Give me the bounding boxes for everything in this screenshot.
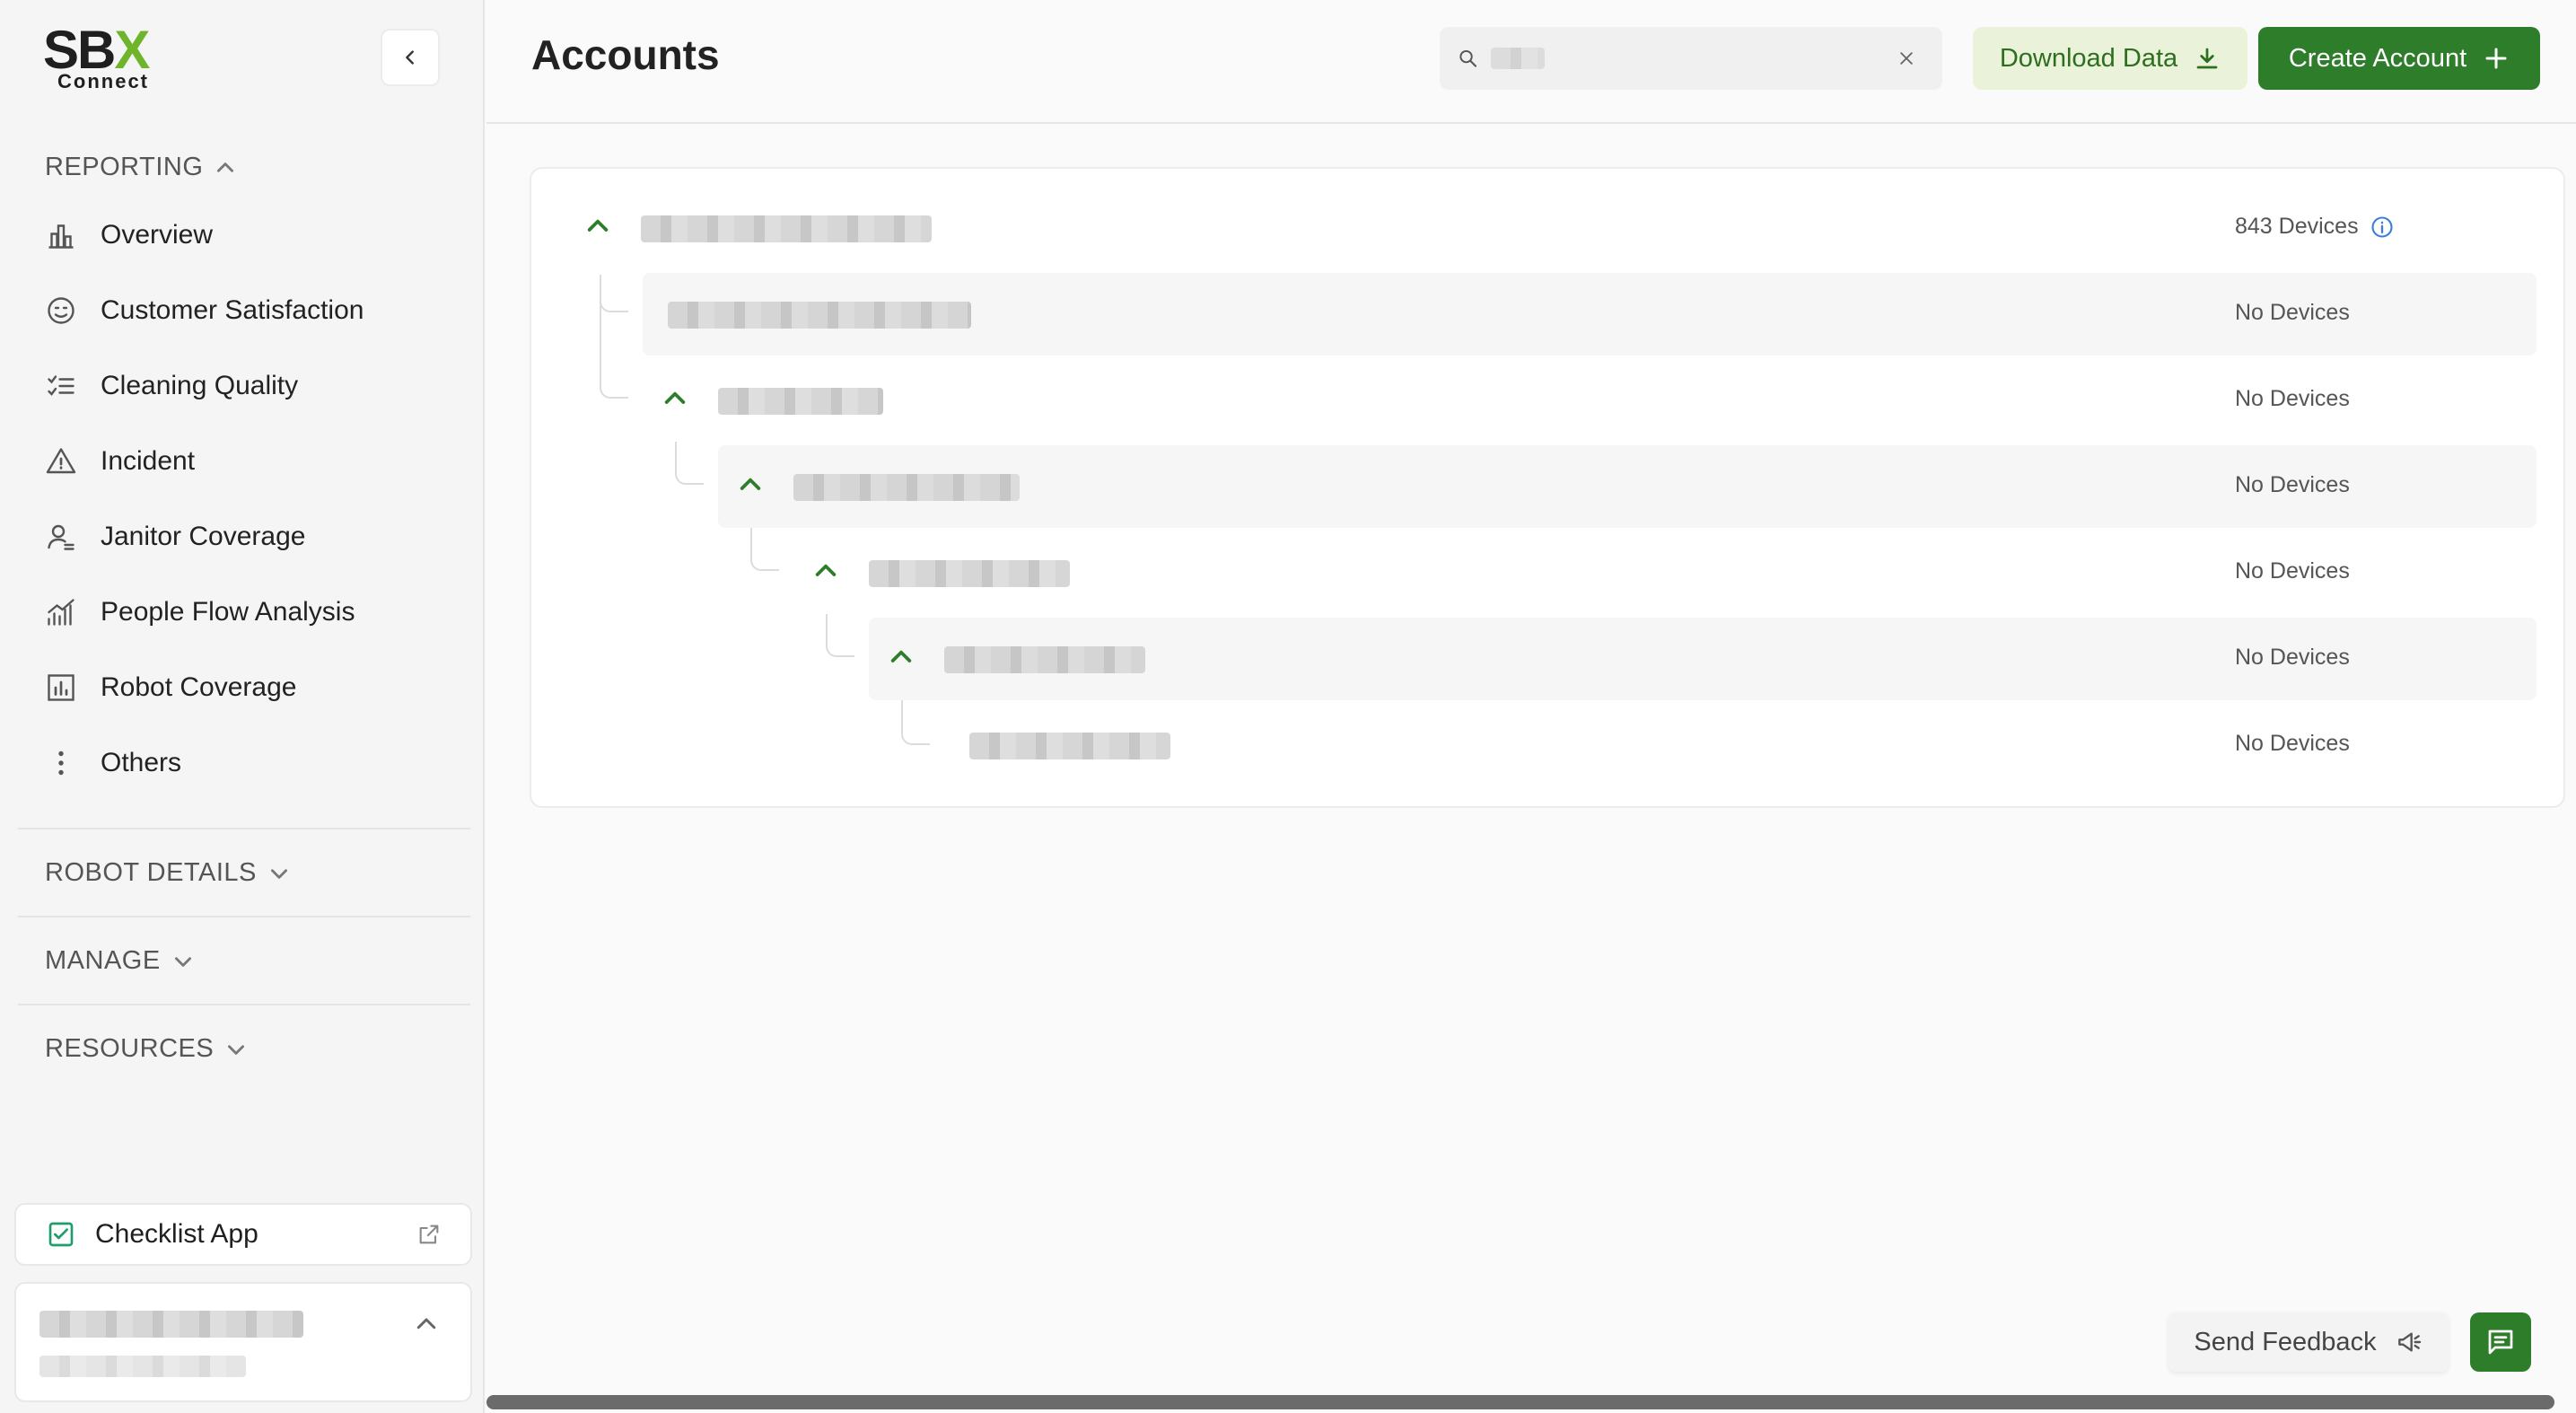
tree-connector	[750, 528, 779, 571]
person-icon	[48, 524, 74, 550]
device-count: No Devices	[2235, 300, 2350, 325]
send-feedback-button[interactable]: Send Feedback	[2169, 1312, 2449, 1372]
info-icon[interactable]	[2370, 215, 2395, 240]
chevron-up-icon[interactable]	[736, 470, 765, 499]
user-email-redacted	[39, 1356, 246, 1377]
account-name-redacted	[668, 302, 971, 329]
tree-row[interactable]: No Devices	[643, 273, 2537, 355]
checklist-app-label: Checklist App	[95, 1219, 258, 1249]
sidebar-item-label: People Flow Analysis	[101, 597, 355, 627]
sidebar-item-others[interactable]: Others	[45, 736, 440, 790]
chat-button[interactable]	[2470, 1312, 2531, 1372]
sidebar-item-label: Incident	[101, 446, 196, 476]
user-account-card[interactable]	[14, 1282, 472, 1402]
sidebar-item-label: Others	[101, 748, 182, 777]
sidebar-item-label: Overview	[101, 220, 214, 250]
checklist-app-link[interactable]: Checklist App	[14, 1203, 472, 1266]
tree-connector	[600, 275, 628, 399]
collapse-sidebar-button[interactable]	[381, 29, 440, 86]
sidebar-item-label: Robot Coverage	[101, 672, 297, 702]
section-resources[interactable]: RESOURCES	[45, 1034, 248, 1064]
chevron-down-icon	[174, 956, 191, 967]
page-title: Accounts	[531, 31, 720, 78]
sidebar-divider	[18, 828, 470, 829]
sidebar-item-cleaning-quality[interactable]: Cleaning Quality	[45, 359, 440, 413]
search-box[interactable]	[1440, 27, 1942, 90]
download-data-button[interactable]: Download Data	[1973, 27, 2247, 90]
tree-row[interactable]: No Devices	[869, 618, 2537, 700]
tree-row[interactable]: No Devices	[643, 359, 2537, 442]
sidebar-item-overview[interactable]: Overview	[45, 208, 440, 262]
dots-vertical-icon	[58, 750, 64, 776]
device-count: No Devices	[2235, 645, 2350, 670]
chevron-up-icon[interactable]	[583, 212, 612, 241]
section-manage[interactable]: MANAGE	[45, 946, 195, 976]
chevron-up-icon	[217, 162, 234, 172]
checkbox-checked-icon	[48, 1222, 74, 1247]
logo-subtitle: Connect	[57, 70, 149, 92]
chevron-up-icon[interactable]	[811, 557, 840, 585]
chevron-down-icon	[270, 868, 287, 879]
chevron-up-icon[interactable]	[413, 1311, 440, 1338]
sidebar-item-incident[interactable]: Incident	[45, 434, 440, 488]
external-link-icon	[419, 1224, 439, 1244]
plus-icon	[2485, 48, 2507, 69]
sidebar-divider	[18, 1004, 470, 1005]
device-count: No Devices	[2235, 472, 2350, 497]
chevron-up-icon[interactable]	[661, 384, 689, 413]
sidebar: SBX Connect REPORTING Overview Customer …	[0, 0, 485, 1413]
tree-connector	[675, 442, 704, 485]
chat-icon	[2488, 1330, 2513, 1355]
device-count: No Devices	[2235, 558, 2350, 584]
tree-row[interactable]: No Devices	[793, 531, 2537, 614]
sidebar-item-label: Janitor Coverage	[101, 522, 306, 551]
section-reporting[interactable]: REPORTING	[45, 153, 237, 182]
device-count: No Devices	[2235, 731, 2350, 756]
search-icon	[1459, 49, 1477, 67]
smiley-icon	[48, 297, 74, 324]
sidebar-item-label: Cleaning Quality	[101, 371, 299, 400]
tree-connector	[901, 700, 930, 745]
page-header: Accounts Download Data Create Account	[486, 0, 2576, 124]
logo-wordmark: SBX	[43, 20, 150, 80]
bar-chart-icon	[48, 224, 74, 249]
account-name-redacted	[869, 560, 1070, 587]
account-name-redacted	[944, 646, 1145, 673]
sidebar-item-label: Customer Satisfaction	[101, 295, 364, 325]
account-name-redacted	[718, 388, 883, 415]
tree-row[interactable]: No Devices	[944, 704, 2537, 786]
sidebar-item-people-flow-analysis[interactable]: People Flow Analysis	[45, 585, 440, 639]
sbx-connect-logo[interactable]: SBX Connect	[43, 23, 169, 95]
download-icon	[2196, 48, 2218, 69]
grid-chart-icon	[48, 674, 74, 701]
chevron-up-icon[interactable]	[887, 643, 916, 671]
tree-row[interactable]: No Devices	[718, 445, 2537, 528]
sidebar-item-janitor-coverage[interactable]: Janitor Coverage	[45, 510, 440, 564]
tree-connector	[826, 614, 854, 657]
account-name-redacted	[793, 474, 1020, 501]
sidebar-item-customer-satisfaction[interactable]: Customer Satisfaction	[45, 284, 440, 338]
checklist-icon	[48, 375, 74, 396]
tree-row[interactable]: 843 Devices	[531, 187, 2563, 269]
megaphone-icon	[2397, 1332, 2421, 1352]
horizontal-scrollbar[interactable]	[486, 1395, 2554, 1409]
section-robot-details[interactable]: ROBOT DETAILS	[45, 858, 291, 888]
chevron-down-icon	[228, 1044, 245, 1055]
device-count: No Devices	[2235, 386, 2350, 411]
create-account-button[interactable]: Create Account	[2258, 27, 2540, 90]
chevron-left-icon	[406, 50, 414, 65]
search-query-redacted	[1490, 48, 1545, 69]
close-icon[interactable]	[1897, 46, 1915, 71]
sidebar-item-robot-coverage[interactable]: Robot Coverage	[45, 661, 440, 715]
user-name-redacted	[39, 1311, 303, 1338]
account-name-redacted	[641, 215, 932, 242]
device-count: 843 Devices	[2235, 214, 2395, 240]
search-input[interactable]	[1556, 43, 1885, 74]
sidebar-divider	[18, 916, 470, 917]
accounts-tree: 843 Devices No Devices No Devices No Dev…	[530, 167, 2565, 808]
trend-chart-icon	[48, 599, 74, 626]
warning-icon	[46, 448, 76, 474]
account-name-redacted	[969, 733, 1170, 759]
